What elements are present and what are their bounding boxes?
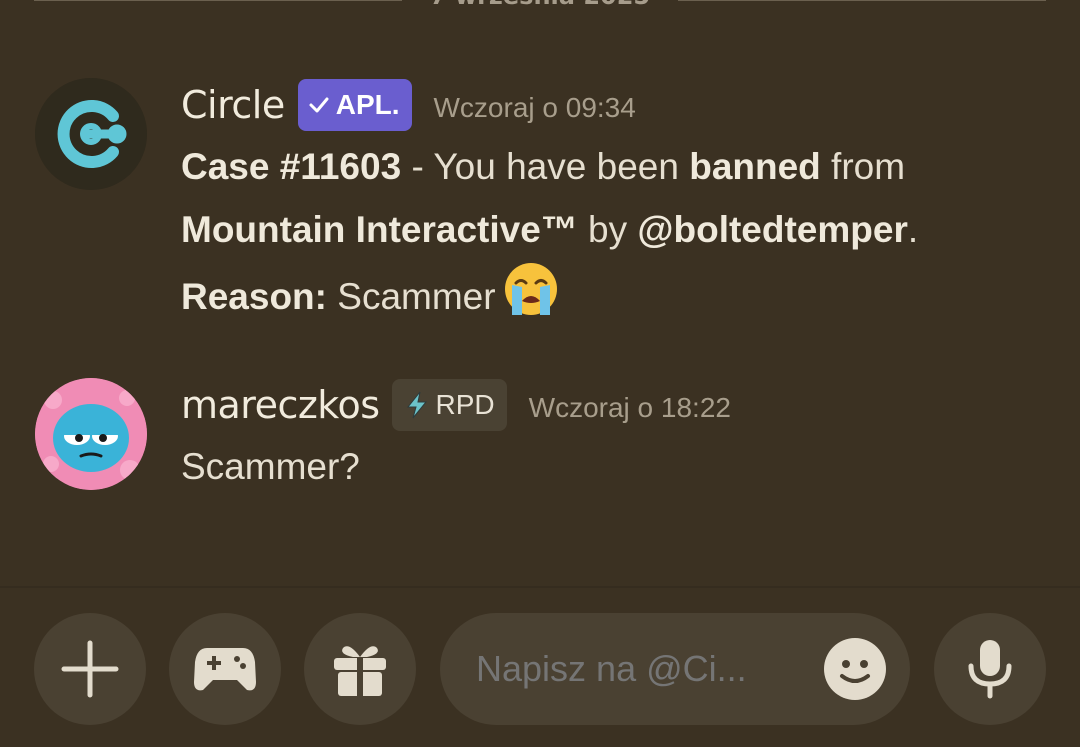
reason-label: Reason: — [181, 276, 327, 317]
banned-text: banned — [689, 146, 821, 187]
message-input[interactable] — [476, 613, 806, 725]
gamepad-icon — [194, 648, 256, 691]
username[interactable]: Circle — [181, 83, 285, 127]
app-badge-label: APL. — [335, 89, 400, 120]
avatar[interactable] — [35, 378, 147, 490]
text-segment: . — [907, 209, 919, 250]
message-content: Scammer? — [181, 446, 360, 487]
server-name: Mountain Interactive™ — [181, 209, 578, 250]
gift-icon — [334, 646, 386, 696]
message-input-container[interactable] — [440, 613, 910, 725]
user-mention[interactable]: @boltedtemper — [637, 209, 907, 250]
chat-screen: 7 września 2025 Circle APL. — [0, 0, 1080, 747]
divider-line-left — [34, 0, 402, 1]
app-badge: APL. — [297, 79, 412, 131]
date-divider-label: 7 września 2025 — [402, 0, 678, 10]
message-header: Circle APL. Wczoraj o 09:34 — [181, 78, 1051, 132]
voice-message-button[interactable] — [934, 613, 1046, 725]
text-segment: - You have been — [401, 146, 690, 187]
message-body: Circle APL. Wczoraj o 09:34 Case #11603 … — [181, 78, 1051, 338]
guild-tag-label: RPD — [435, 389, 495, 420]
timestamp: Wczoraj o 18:22 — [528, 392, 731, 423]
loudly-crying-face-icon — [502, 261, 560, 338]
smiley-icon — [840, 660, 870, 683]
circle-logo-icon — [35, 78, 147, 190]
avatar[interactable] — [35, 78, 147, 190]
gift-button[interactable] — [304, 613, 416, 725]
emoji-picker-button[interactable] — [824, 638, 886, 700]
composer-separator — [0, 586, 1080, 588]
guild-tag-badge[interactable]: RPD — [391, 379, 507, 431]
username[interactable]: mareczkos — [181, 383, 380, 427]
message-header: mareczkos RPD Wczoraj o 18:22 — [181, 378, 1051, 432]
message-content: Case #11603 - You have been banned from … — [181, 135, 1051, 338]
divider-line-right — [678, 0, 1046, 1]
text-segment: from — [820, 146, 906, 187]
timestamp: Wczoraj o 09:34 — [433, 92, 636, 123]
date-divider: 7 września 2025 — [0, 0, 1080, 18]
add-attachment-button[interactable] — [34, 613, 146, 725]
lightning-bolt-icon — [402, 390, 432, 420]
text-segment: by — [577, 209, 638, 250]
checkmark-icon — [308, 94, 330, 116]
case-number: Case #11603 — [181, 146, 402, 187]
microphone-icon — [968, 640, 1012, 699]
user-avatar-icon — [35, 378, 147, 490]
plus-icon — [61, 640, 119, 698]
reason-text: Scammer — [326, 276, 496, 317]
message-body: mareczkos RPD Wczoraj o 18:22 Scammer? — [181, 378, 1051, 498]
activities-button[interactable] — [169, 613, 281, 725]
